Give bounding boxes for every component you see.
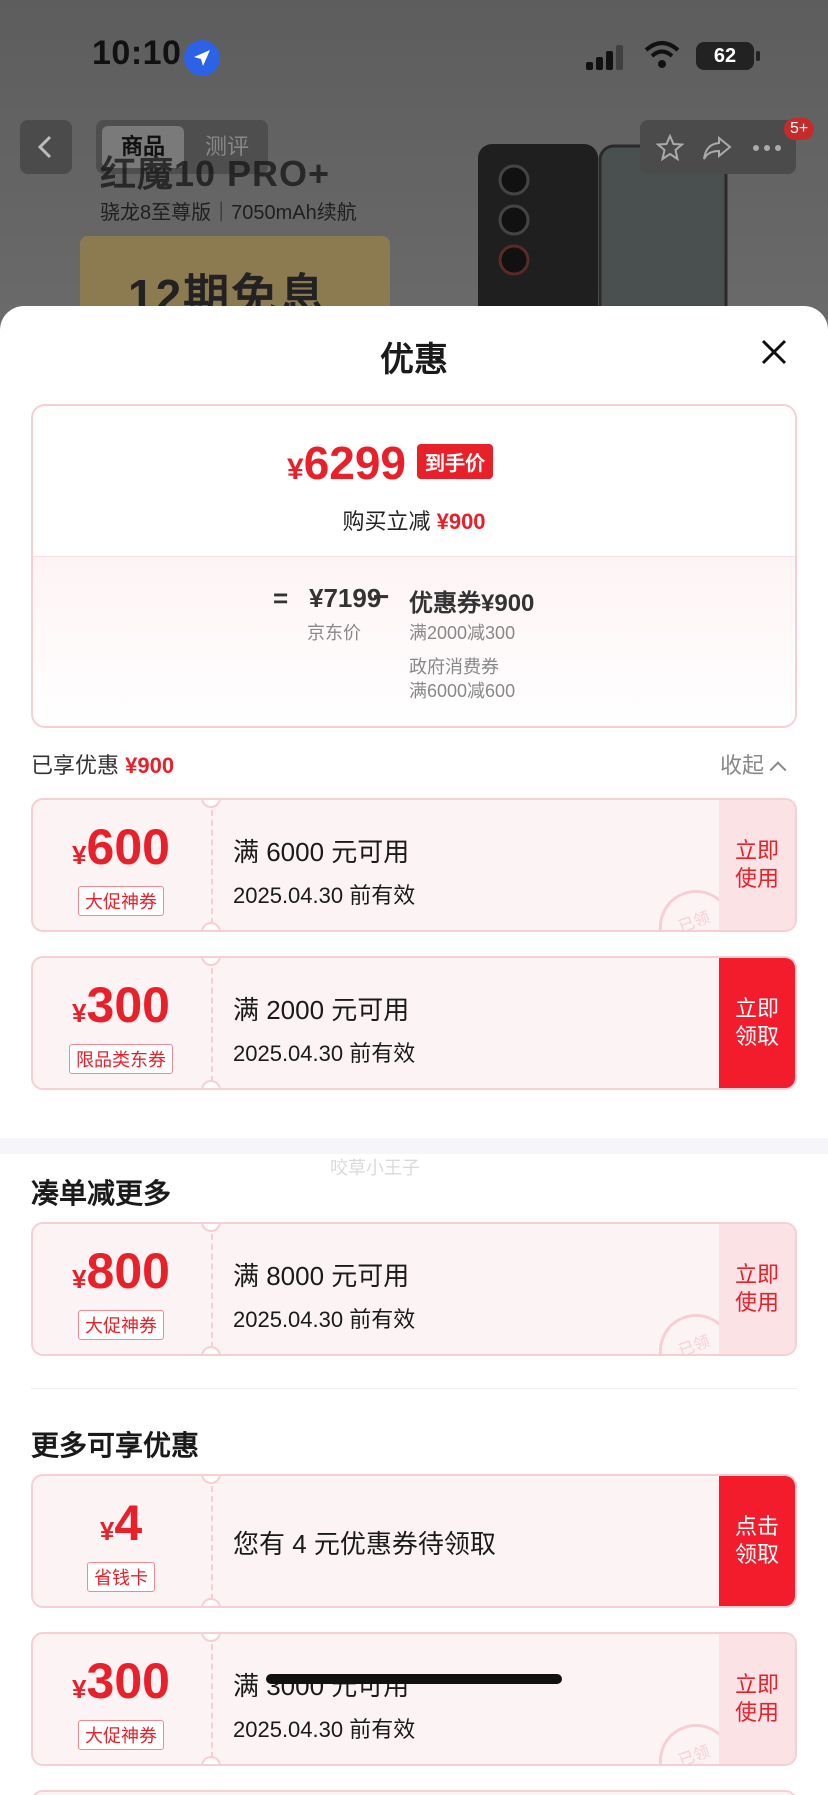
close-icon[interactable] [758,336,790,368]
star-icon[interactable] [656,134,684,162]
coupon-card [31,1790,797,1795]
product-subtitle: 骁龙8至尊版｜7050mAh续航 [100,202,357,224]
coupon-tag: 省钱卡 [87,1562,155,1592]
coupon-tag: 大促神券 [78,886,164,916]
collapse-button[interactable]: 收起 [720,748,787,780]
coupon-amount: ¥600 [72,819,170,875]
coupon-condition: 满 2000 元可用 [233,995,410,1025]
discount-sheet: 优惠 ¥6299 到手价 购买立减 ¥900 = ¥7199 京东价 − 优惠券… [0,306,828,1795]
coupon-detail: 满6000减600 [409,681,516,701]
coupon-tag: 大促神券 [78,1310,164,1340]
signal-icon [586,44,626,70]
price-breakdown: = ¥7199 京东价 − 优惠券¥900 满2000减300 政府消费券 满6… [33,556,795,726]
location-icon [184,40,220,76]
coupon-amount: ¥300 [72,977,170,1033]
coupon-amount: ¥800 [72,1243,170,1299]
share-icon[interactable] [702,134,732,162]
coupon-validity: 2025.04.30 前有效 [233,1717,416,1742]
claim-coupon-button[interactable]: 点击领取 [719,1476,795,1606]
final-price-tag: 到手价 [417,444,493,479]
price-summary: ¥6299 到手价 购买立减 ¥900 = ¥7199 京东价 − 优惠券¥90… [31,404,797,728]
coupon-condition: 满 6000 元可用 [233,837,410,867]
claim-coupon-button[interactable]: 立即领取 [719,958,795,1088]
coupon-amount: ¥4 [99,1495,143,1551]
final-price: ¥6299 [287,437,407,489]
use-coupon-button[interactable]: 立即使用 [719,1224,795,1354]
more-icon[interactable] [752,144,782,152]
jd-price: ¥7199 [309,583,382,613]
coupon-condition: 您有 4 元优惠券待领取 [233,1529,496,1559]
equals-sign: = [273,583,289,613]
coupon-condition: 满 3000 元可用 [233,1671,410,1701]
battery-icon: 62 [696,42,760,70]
coupon-detail: 政府消费券 [409,657,499,677]
product-title: 红魔10 PRO+ [100,153,331,194]
coupon-validity: 2025.04.30 前有效 [233,1041,416,1066]
coupon-validity: 2025.04.30 前有效 [233,1307,416,1332]
section-separator [0,1138,828,1154]
minus-sign: − [373,581,390,612]
sheet-title: 优惠 [380,341,448,379]
coupon-tag: 限品类东券 [69,1044,173,1074]
status-bar: 10:10 62 [0,0,828,110]
use-coupon-button[interactable]: 立即使用 [719,800,795,930]
coupon-condition: 满 8000 元可用 [233,1261,410,1291]
coupon-total: 优惠券¥900 [409,590,535,617]
section-title-more-benefits: 更多可享优惠 [31,1430,200,1461]
jd-price-label: 京东价 [307,623,361,643]
coupon-card: ¥600 大促神券 满 6000 元可用 2025.04.30 前有效 已领 立… [31,798,797,932]
status-time: 10:10 [92,34,182,72]
section-title-more-order: 凑单减更多 [31,1178,172,1209]
home-indicator[interactable] [266,1674,562,1684]
watermark: 咬草小王子 [330,1158,420,1178]
coupon-amount: ¥300 [72,1653,170,1709]
use-coupon-button[interactable]: 立即使用 [719,1634,795,1764]
coupon-card: ¥4 省钱卡 您有 4 元优惠券待领取 点击领取 [31,1474,797,1608]
back-button[interactable] [20,120,72,174]
wifi-icon [642,40,682,70]
chevron-up-icon [769,761,787,779]
coupon-validity: 2025.04.30 前有效 [233,883,416,908]
divider [31,1388,797,1389]
top-actions [640,120,796,174]
coupon-detail: 满2000减300 [409,623,516,643]
coupon-card: ¥300 大促神券 满 3000 元可用 2025.04.30 前有效 已领 立… [31,1632,797,1766]
notification-badge: 5+ [784,118,815,140]
reduce-line: 购买立减 ¥900 [342,509,486,534]
enjoyed-discount: 已享优惠 ¥900 [31,753,175,778]
coupon-card: ¥800 大促神券 满 8000 元可用 2025.04.30 前有效 已领 立… [31,1222,797,1356]
product-page-background: 10:10 62 商品 测评 红魔10 PRO+ 骁龙8至尊版｜7050mAh续… [0,0,828,320]
coupon-card: ¥300 限品类东券 满 2000 元可用 2025.04.30 前有效 立即领… [31,956,797,1090]
coupon-tag: 大促神券 [78,1720,164,1750]
